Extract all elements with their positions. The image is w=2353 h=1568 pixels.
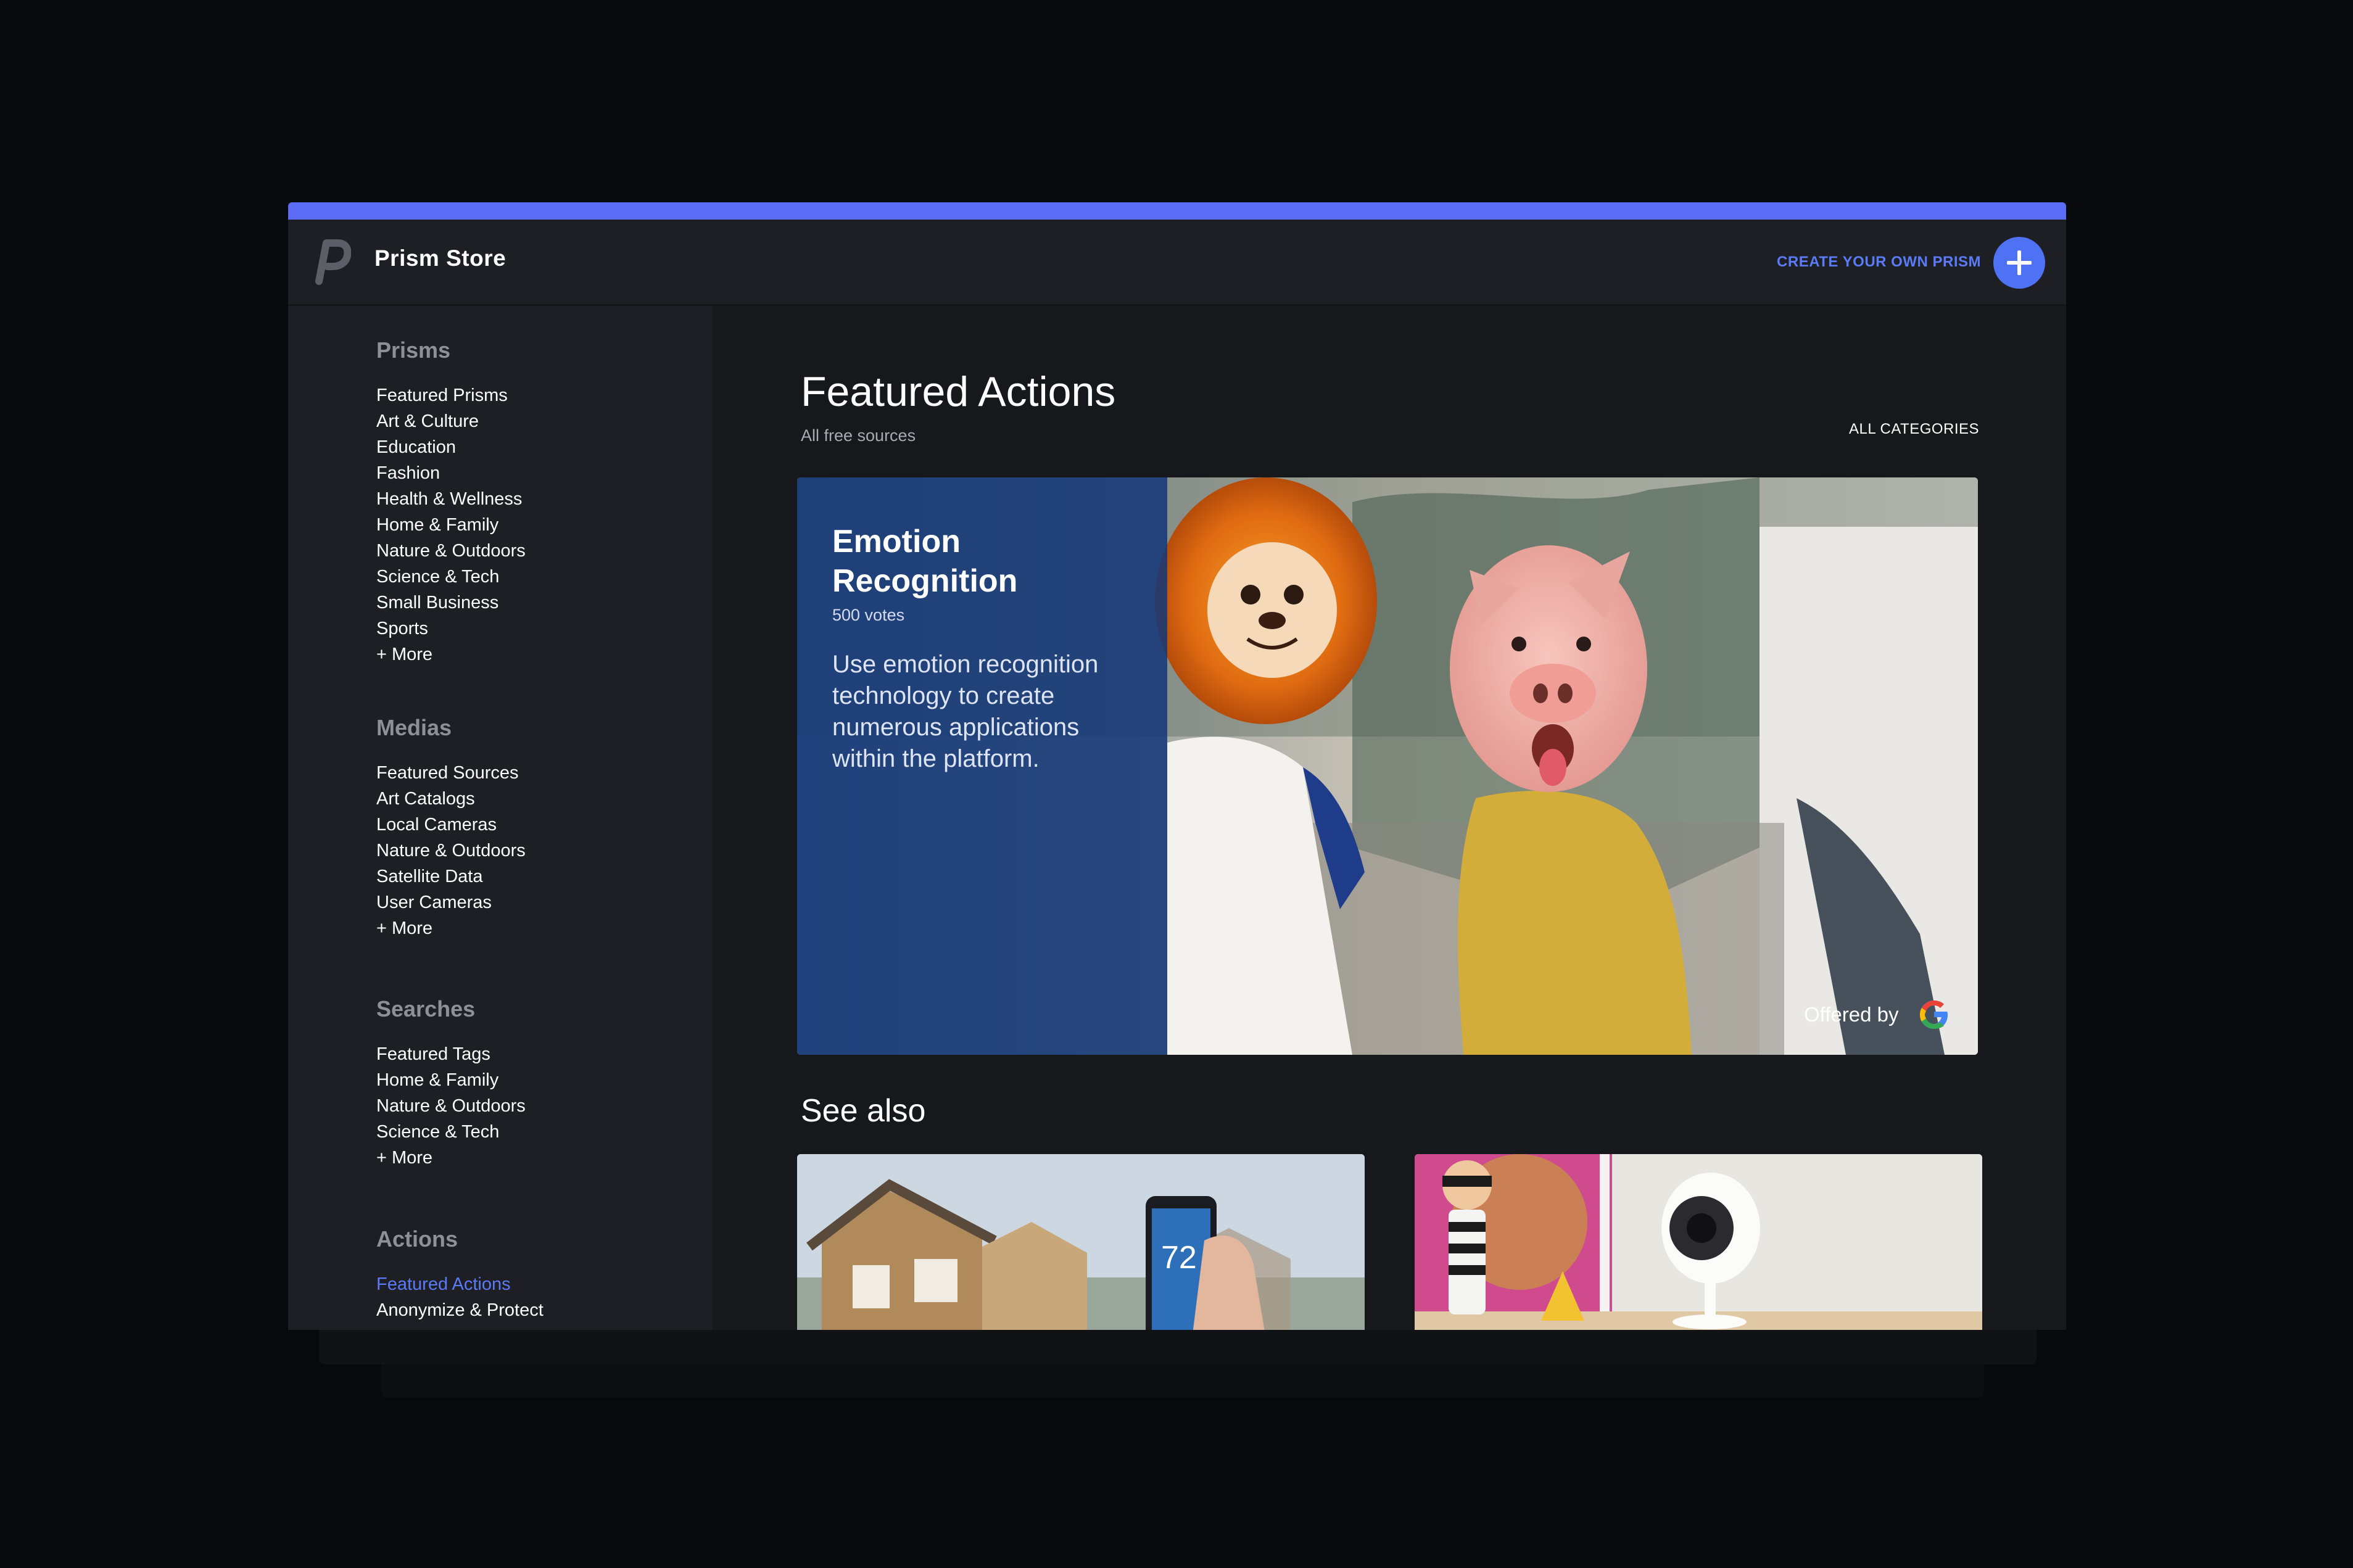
app-title: Prism Store <box>374 246 507 271</box>
google-icon <box>1920 1001 1948 1029</box>
sidebar-item-anonymize-protect[interactable]: Anonymize & Protect <box>376 1297 544 1323</box>
sidebar-item-nature-outdoors[interactable]: Nature & Outdoors <box>376 538 526 564</box>
sidebar-item-more[interactable]: + More <box>376 642 526 667</box>
sidebar-item-featured-tags[interactable]: Featured Tags <box>376 1041 526 1067</box>
sidebar-item-home-family[interactable]: Home & Family <box>376 1067 526 1093</box>
sidebar-heading: Searches <box>376 996 476 1021</box>
sidebar-item-health-wellness[interactable]: Health & Wellness <box>376 486 526 512</box>
sidebar-item-art-culture[interactable]: Art & Culture <box>376 408 526 434</box>
prism-logo-icon[interactable] <box>314 238 351 285</box>
sidebar-heading: Actions <box>376 1226 458 1252</box>
sidebar: Prisms Featured Prisms Art & Culture Edu… <box>288 306 713 1330</box>
header: Prism Store CREATE YOUR OWN PRISM <box>288 220 2066 306</box>
featured-action-card[interactable]: Emotion Recognition 500 votes Use emotio… <box>797 477 1978 1055</box>
sidebar-item-featured-sources[interactable]: Featured Sources <box>376 760 526 786</box>
sidebar-item-featured-actions[interactable]: Featured Actions <box>376 1271 544 1297</box>
security-camera-photo <box>1415 1154 1982 1330</box>
sidebar-item-nature-outdoors[interactable]: Nature & Outdoors <box>376 838 526 864</box>
accent-bar <box>288 202 2066 220</box>
see-also-heading: See also <box>801 1093 926 1129</box>
main-content: Featured Actions All free sources ALL CA… <box>713 306 2066 1330</box>
create-prism-link[interactable]: CREATE YOUR OWN PRISM <box>1777 254 1981 271</box>
sidebar-item-featured-prisms[interactable]: Featured Prisms <box>376 382 526 408</box>
hero-votes: 500 votes <box>832 606 905 624</box>
sidebar-section-prisms: Prisms Featured Prisms Art & Culture Edu… <box>376 337 526 667</box>
sidebar-section-actions: Actions Featured Actions Anonymize & Pro… <box>376 1226 544 1323</box>
sidebar-item-art-catalogs[interactable]: Art Catalogs <box>376 786 526 812</box>
sidebar-item-science-tech[interactable]: Science & Tech <box>376 1119 526 1145</box>
app-window: Prism Store CREATE YOUR OWN PRISM Prisms… <box>288 202 2066 1330</box>
sidebar-item-nature-outdoors[interactable]: Nature & Outdoors <box>376 1093 526 1119</box>
hero-title: Emotion Recognition <box>832 524 1018 599</box>
sidebar-item-local-cameras[interactable]: Local Cameras <box>376 812 526 838</box>
sidebar-item-sports[interactable]: Sports <box>376 616 526 642</box>
sidebar-item-small-business[interactable]: Small Business <box>376 590 526 616</box>
sidebar-item-education[interactable]: Education <box>376 434 526 460</box>
see-also-card-smart-home[interactable]: 72 <box>797 1154 1365 1330</box>
all-categories-link[interactable]: ALL CATEGORIES <box>1849 421 1979 438</box>
see-also-card-security-camera[interactable] <box>1415 1154 1982 1330</box>
sidebar-item-more[interactable]: + More <box>376 1145 526 1171</box>
sidebar-heading: Prisms <box>376 337 451 363</box>
sidebar-item-home-family[interactable]: Home & Family <box>376 512 526 538</box>
phone-temperature: 72 <box>1161 1240 1197 1276</box>
sidebar-section-medias: Medias Featured Sources Art Catalogs Loc… <box>376 714 526 941</box>
sidebar-item-fashion[interactable]: Fashion <box>376 460 526 486</box>
page-title: Featured Actions <box>801 368 1116 415</box>
offered-by-label: Offered by <box>1804 1003 1899 1026</box>
sidebar-section-searches: Searches Featured Tags Home & Family Nat… <box>376 996 526 1171</box>
sidebar-item-science-tech[interactable]: Science & Tech <box>376 564 526 590</box>
sidebar-heading: Medias <box>376 715 452 740</box>
sidebar-item-satellite-data[interactable]: Satellite Data <box>376 864 526 889</box>
page-subtitle: All free sources <box>801 426 916 445</box>
thermostat-photo: 72 <box>797 1154 1365 1330</box>
sidebar-item-user-cameras[interactable]: User Cameras <box>376 889 526 915</box>
hero-description: Use emotion recognition technology to cr… <box>832 651 1099 772</box>
sidebar-item-more[interactable]: + More <box>376 915 526 941</box>
add-prism-button[interactable] <box>1993 237 2045 289</box>
